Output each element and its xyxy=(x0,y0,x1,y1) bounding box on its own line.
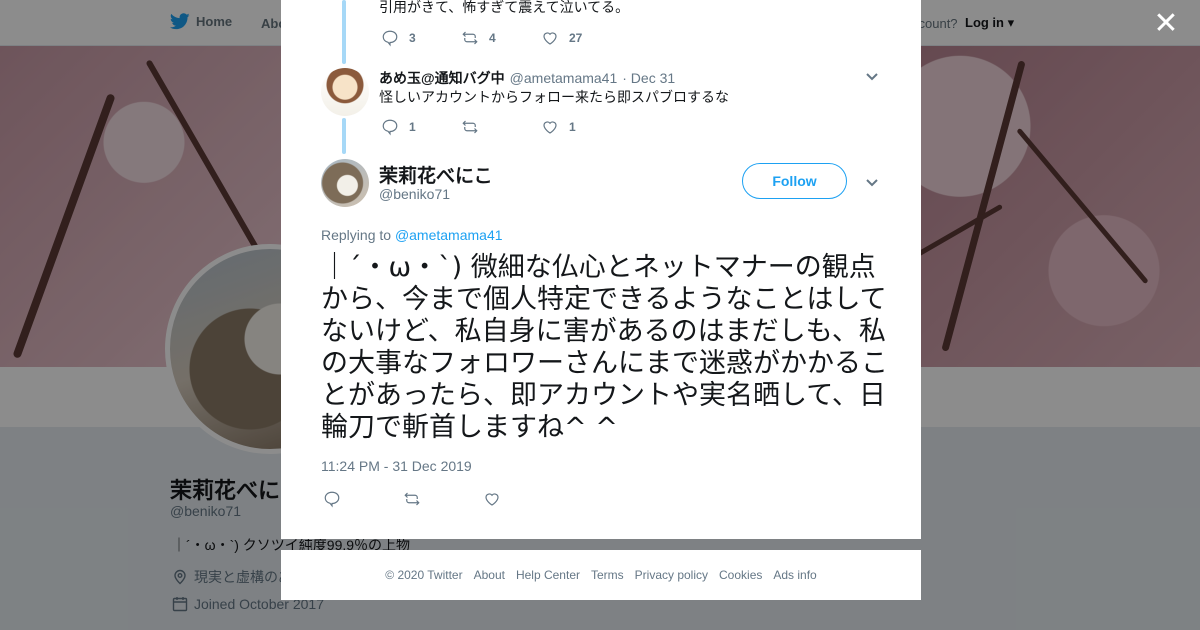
tweet-header: あめ玉@通知バグ中 @ametamama41 · Dec 31 xyxy=(379,68,675,88)
close-icon[interactable]: ✕ xyxy=(1153,9,1179,39)
heart-icon xyxy=(485,493,499,506)
follow-button[interactable]: Follow xyxy=(742,163,847,199)
reply-icon xyxy=(382,119,398,136)
heart-icon xyxy=(543,121,557,134)
footer-link-about[interactable]: About xyxy=(474,568,505,582)
replying-to-label: Replying to xyxy=(321,227,392,243)
main-tweet-author-handle[interactable]: @beniko71 xyxy=(379,186,450,202)
tweet-modal: 引用がきて、怖すぎて震えて泣いてる。 3 4 27 あめ玉@通知バグ中 @ame… xyxy=(281,0,921,539)
like-button[interactable]: 27 xyxy=(541,29,621,47)
tweet-date[interactable]: · Dec 31 xyxy=(622,70,675,86)
author-name[interactable]: あめ玉@通知バグ中 xyxy=(379,68,505,88)
reply-icon xyxy=(324,491,340,508)
like-count: 27 xyxy=(569,31,583,45)
heart-icon xyxy=(543,32,557,45)
footer-link-help-center[interactable]: Help Center xyxy=(516,568,580,582)
main-tweet-timestamp[interactable]: 11:24 PM - 31 Dec 2019 xyxy=(321,458,472,474)
retweet-icon xyxy=(462,31,478,45)
reply-button[interactable]: 3 xyxy=(381,29,461,47)
modal-footer: © 2020 Twitter About Help Center Terms P… xyxy=(281,550,921,600)
chevron-down-icon[interactable] xyxy=(864,68,880,84)
retweet-button[interactable] xyxy=(461,118,541,136)
footer-link-privacy[interactable]: Privacy policy xyxy=(635,568,708,582)
main-tweet-avatar[interactable] xyxy=(321,159,369,207)
footer-copyright: © 2020 Twitter xyxy=(385,568,463,582)
reply-count: 1 xyxy=(409,120,416,134)
replying-to-link[interactable]: @ametamama41 xyxy=(395,227,503,243)
main-tweet-text: ｜´・ω・`) 微細な仏心とネットマナーの観点から、今まで個人特定できるようなこ… xyxy=(321,252,888,443)
replying-to: Replying to @ametamama41 xyxy=(321,227,503,243)
reply-count: 3 xyxy=(409,31,416,45)
tweet-actions: 3 4 27 xyxy=(381,29,621,47)
reply-button[interactable]: 1 xyxy=(381,118,461,136)
main-tweet-author-name[interactable]: 茉莉花べにこ xyxy=(379,161,493,188)
footer-link-cookies[interactable]: Cookies xyxy=(719,568,762,582)
footer-link-ads-info[interactable]: Ads info xyxy=(773,568,816,582)
author-handle[interactable]: @ametamama41 xyxy=(510,70,618,86)
retweet-button[interactable]: 4 xyxy=(461,29,541,47)
tweet-text: 怪しいアカウントからフォロー来たら即スパブロするな xyxy=(379,89,729,105)
like-button[interactable]: 1 xyxy=(541,118,621,136)
chevron-down-icon[interactable] xyxy=(864,174,880,190)
like-button[interactable] xyxy=(483,490,563,508)
thread-connector xyxy=(342,0,346,64)
retweet-icon xyxy=(462,120,478,134)
reply-icon xyxy=(382,30,398,47)
retweet-icon xyxy=(404,492,420,506)
footer-link-terms[interactable]: Terms xyxy=(591,568,624,582)
reply-button[interactable] xyxy=(323,490,403,508)
retweet-button[interactable] xyxy=(403,490,483,508)
like-count: 1 xyxy=(569,120,576,134)
avatar[interactable] xyxy=(321,68,369,116)
tweet-actions: 1 1 xyxy=(381,118,621,136)
thread-connector xyxy=(342,118,346,154)
retweet-count: 4 xyxy=(489,31,496,45)
main-tweet-actions xyxy=(323,490,563,508)
tweet-text: 引用がきて、怖すぎて震えて泣いてる。 xyxy=(379,0,630,15)
